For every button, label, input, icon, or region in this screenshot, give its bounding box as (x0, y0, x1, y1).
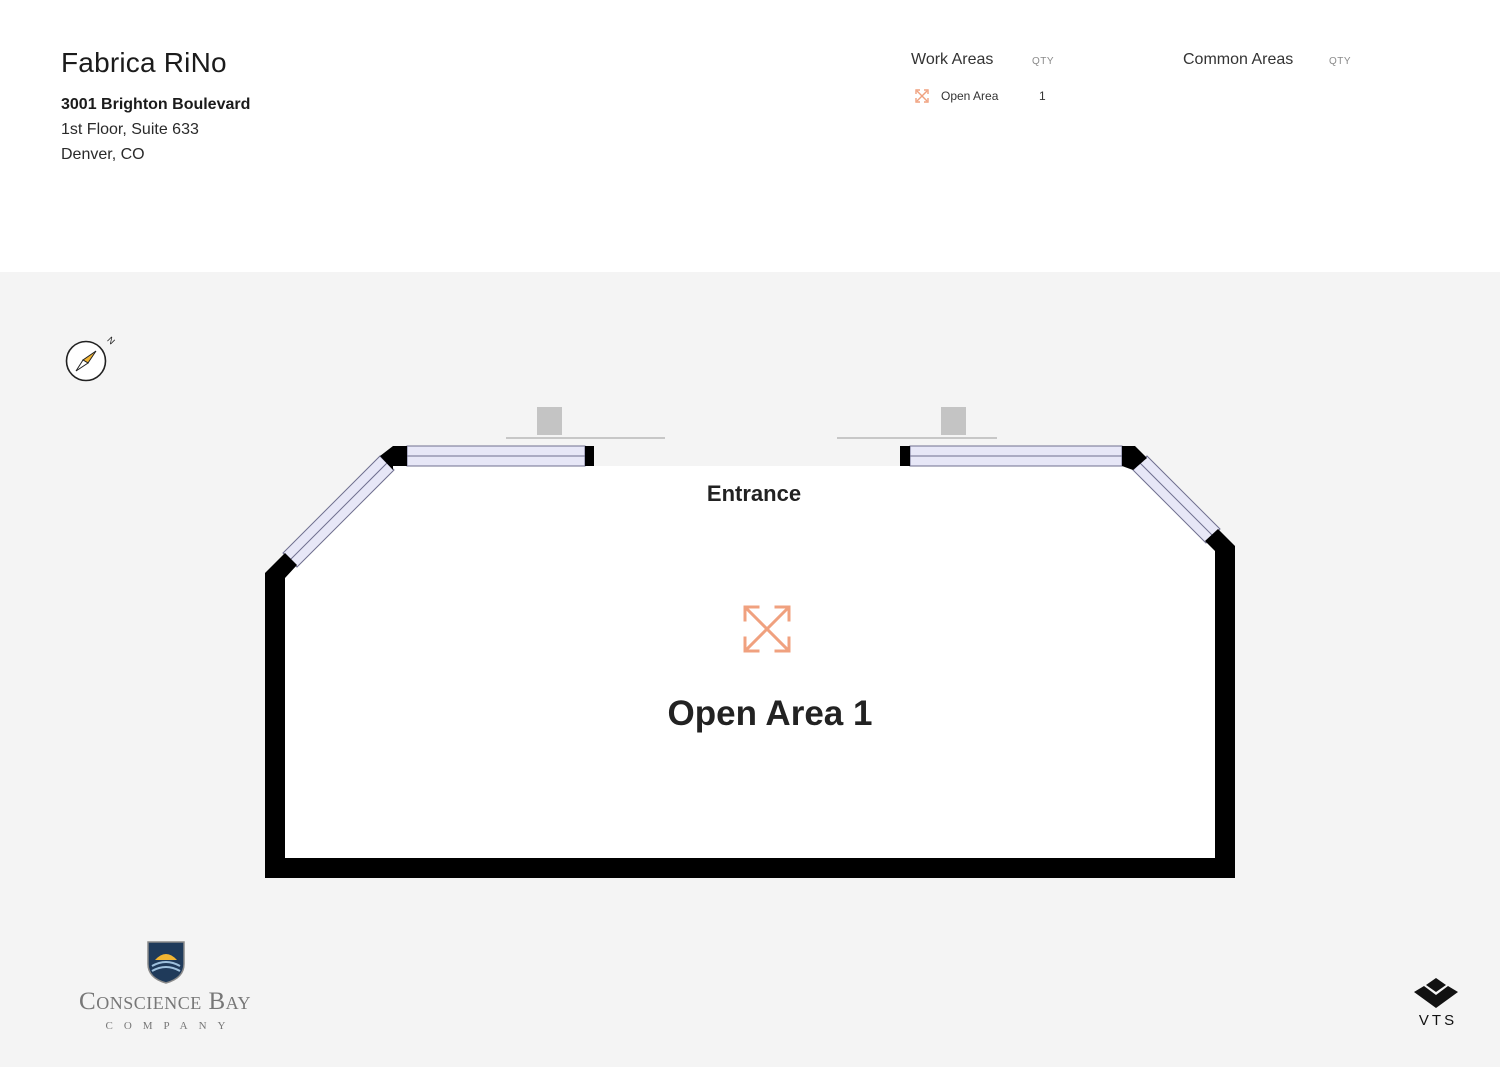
compass-icon: N (65, 335, 116, 382)
open-area-floor (285, 466, 1215, 858)
entrance-door-left (537, 407, 562, 435)
conscience-bay-logo: Conscience Bay COMPANY (55, 938, 285, 1038)
expand-arrows-icon (743, 605, 791, 653)
open-area-1-label: Open Area 1 (667, 694, 873, 733)
legend-work-areas-qty-header: QTY (1032, 56, 1055, 67)
address-street: 3001 Brighton Boulevard (61, 96, 251, 113)
expand-arrows-icon (915, 89, 929, 103)
window-top-right (909, 445, 1123, 467)
vts-logo: VTS (1410, 976, 1462, 1034)
address-suite: 1st Floor, Suite 633 (61, 121, 199, 138)
vts-mark-icon (1414, 978, 1458, 1008)
shield-icon (147, 941, 185, 984)
legend-common-areas-heading: Common Areas (1183, 51, 1294, 68)
legend-item-open-area: Open Area (941, 89, 999, 103)
window-top-left (406, 445, 586, 467)
header: Fabrica RiNo 3001 Brighton Boulevard 1st… (0, 0, 1500, 272)
entrance-label: Entrance (706, 481, 802, 506)
vts-wordmark: VTS (1418, 1012, 1458, 1029)
legend-work-areas-heading: Work Areas (911, 51, 994, 68)
legend-item-open-area-qty: 1 (1039, 89, 1046, 103)
property-name: Fabrica RiNo (61, 47, 227, 78)
conscience-bay-sub: COMPANY (105, 1020, 237, 1032)
conscience-bay-name: Conscience Bay (79, 988, 251, 1015)
entrance-door-right (941, 407, 966, 435)
legend-common-areas-qty-header: QTY (1329, 56, 1352, 67)
address-city: Denver, CO (61, 146, 145, 163)
compass-north-label: N (105, 335, 116, 347)
